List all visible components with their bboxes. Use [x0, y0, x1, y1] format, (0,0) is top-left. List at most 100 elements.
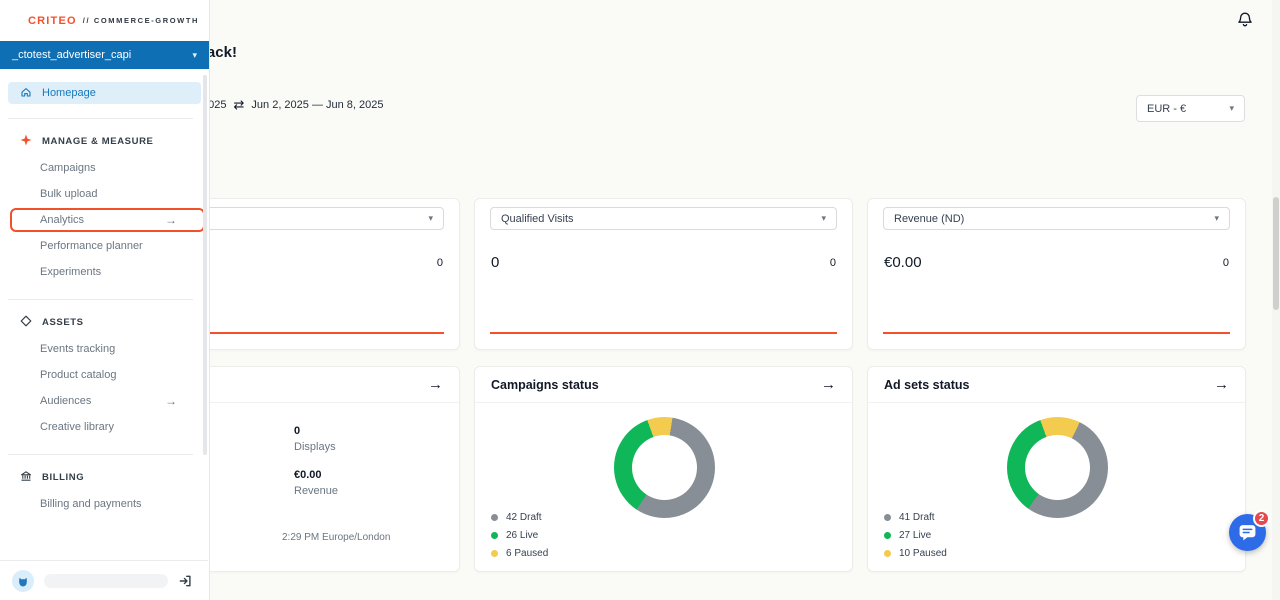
- section-header-assets: ASSETS: [0, 312, 209, 332]
- metric-selector[interactable]: Qualified Visits ▾: [490, 207, 837, 230]
- legend-label: 42 Draft: [506, 512, 542, 523]
- section-title: BILLING: [42, 472, 84, 483]
- legend-dot: [491, 532, 498, 539]
- sidebar-item-label: Analytics: [40, 214, 84, 226]
- advertiser-name: _ctotest_advertiser_capi: [12, 49, 131, 61]
- stat-revenue: €0.00 Revenue: [294, 469, 338, 497]
- sparkline-zero-line: [490, 332, 837, 334]
- scrollbar-thumb[interactable]: [1273, 197, 1279, 310]
- username-redacted: [44, 574, 168, 588]
- criteo-logo: CRITEO // COMMERCE-GROWTH: [0, 0, 209, 41]
- sparkle-icon: [20, 134, 32, 149]
- section-title: MANAGE & MEASURE: [42, 136, 153, 147]
- metric-card-qualified-visits: Qualified Visits ▾ 0 0: [474, 198, 853, 350]
- divider: [8, 299, 193, 300]
- campaigns-status-card: Campaigns status → 42 Draft 26 Live 6 Pa…: [474, 366, 853, 572]
- legend: 42 Draft 26 Live 6 Paused: [491, 512, 548, 559]
- sidebar-item-label: Product catalog: [40, 369, 116, 381]
- stat-value: 0: [294, 425, 338, 437]
- sidebar-item-label: Creative library: [40, 421, 114, 433]
- sidebar-item-events-tracking[interactable]: Events tracking: [0, 336, 209, 362]
- chevron-down-icon: ▾: [428, 213, 433, 224]
- sidebar-item-creative-library[interactable]: Creative library: [0, 414, 209, 440]
- metric-card-revenue: Revenue (ND) ▾ €0.00 0: [867, 198, 1246, 350]
- legend-label: 27 Live: [899, 530, 931, 541]
- ad-sets-status-donut: [1007, 417, 1108, 518]
- sidebar-item-analytics[interactable]: Analytics →: [0, 207, 209, 233]
- legend: 41 Draft 27 Live 10 Paused: [884, 512, 947, 559]
- metric-main-value: 0: [491, 254, 499, 271]
- legend-dot: [491, 514, 498, 521]
- legend-item: 10 Paused: [884, 548, 947, 559]
- legend-label: 41 Draft: [899, 512, 935, 523]
- section-title: ASSETS: [42, 317, 84, 328]
- divider: [8, 118, 193, 119]
- legend-item: 6 Paused: [491, 548, 548, 559]
- legend-label: 6 Paused: [506, 548, 548, 559]
- logo-brand: CRITEO: [28, 15, 77, 27]
- legend-dot: [884, 550, 891, 557]
- legend-dot: [491, 550, 498, 557]
- legend-item: 42 Draft: [491, 512, 548, 523]
- notifications-bell-icon[interactable]: [1236, 11, 1254, 29]
- currency-selector[interactable]: EUR - € ▾: [1136, 95, 1245, 122]
- chevron-down-icon: ▾: [1214, 213, 1219, 224]
- last-updated-timestamp: 2:29 PM Europe/London: [282, 532, 390, 543]
- vertical-scrollbar[interactable]: [1272, 0, 1280, 600]
- ad-sets-status-card: Ad sets status → 41 Draft 27 Live 10 Pau…: [867, 366, 1246, 572]
- legend-dot: [884, 532, 891, 539]
- sidebar-item-homepage[interactable]: Homepage: [8, 82, 201, 104]
- legend-item: 41 Draft: [884, 512, 947, 523]
- sidebar-item-label: Audiences: [40, 395, 91, 407]
- sidebar-item-experiments[interactable]: Experiments: [0, 259, 209, 285]
- arrow-right-icon[interactable]: →: [821, 376, 836, 393]
- arrow-right-icon[interactable]: →: [1214, 376, 1229, 393]
- chevron-down-icon: ▾: [192, 50, 197, 61]
- section-header-manage-measure: MANAGE & MEASURE: [0, 131, 209, 151]
- metric-selector-label: Revenue (ND): [894, 213, 964, 225]
- sidebar-item-performance-planner[interactable]: Performance planner: [0, 233, 209, 259]
- sidebar-item-label: Billing and payments: [40, 498, 142, 510]
- legend-item: 27 Live: [884, 530, 947, 541]
- chat-launcher[interactable]: 2: [1229, 514, 1266, 551]
- metric-selector[interactable]: Revenue (ND) ▾: [883, 207, 1230, 230]
- home-icon: [20, 86, 32, 101]
- card-title: Campaigns status: [491, 378, 599, 392]
- sparkline-zero-line: [883, 332, 1230, 334]
- diamond-icon: [20, 315, 32, 330]
- section-header-billing: BILLING: [0, 467, 209, 487]
- campaigns-status-donut: [614, 417, 715, 518]
- sidebar-footer: [0, 560, 208, 600]
- sidebar-item-bulk-upload[interactable]: Bulk upload: [0, 181, 209, 207]
- sidebar: CRITEO // COMMERCE-GROWTH _ctotest_adver…: [0, 0, 210, 600]
- currency-value: EUR - €: [1147, 103, 1186, 115]
- logout-icon[interactable]: [178, 574, 192, 588]
- sidebar-scrollbar-thumb[interactable]: [203, 75, 207, 455]
- divider: [8, 454, 193, 455]
- sidebar-item-label: Events tracking: [40, 343, 115, 355]
- metric-secondary-value: 0: [1223, 257, 1229, 269]
- sidebar-item-campaigns[interactable]: Campaigns: [0, 155, 209, 181]
- chevron-down-icon: ▾: [821, 213, 826, 224]
- legend-dot: [884, 514, 891, 521]
- sidebar-item-label: Bulk upload: [40, 188, 98, 200]
- stat-label: Revenue: [294, 485, 338, 497]
- user-avatar: [12, 570, 34, 592]
- bank-icon: [20, 470, 32, 485]
- summary-stats: 0 Displays €0.00 Revenue: [294, 425, 338, 497]
- arrow-right-icon: →: [165, 213, 177, 227]
- stat-displays: 0 Displays: [294, 425, 338, 453]
- sidebar-item-audiences[interactable]: Audiences →: [0, 388, 209, 414]
- metric-selector-label: Qualified Visits: [501, 213, 574, 225]
- sidebar-item-product-catalog[interactable]: Product catalog: [0, 362, 209, 388]
- metric-main-value: €0.00: [884, 254, 922, 271]
- legend-label: 10 Paused: [899, 548, 947, 559]
- arrow-right-icon[interactable]: →: [428, 376, 443, 393]
- advertiser-selector[interactable]: _ctotest_advertiser_capi ▾: [0, 41, 209, 69]
- arrow-right-icon: →: [165, 394, 177, 408]
- sidebar-item-billing-and-payments[interactable]: Billing and payments: [0, 491, 209, 517]
- sidebar-item-label: Performance planner: [40, 240, 143, 252]
- chat-unread-badge: 2: [1253, 510, 1270, 527]
- sidebar-item-label: Homepage: [42, 87, 96, 99]
- card-title: Ad sets status: [884, 378, 969, 392]
